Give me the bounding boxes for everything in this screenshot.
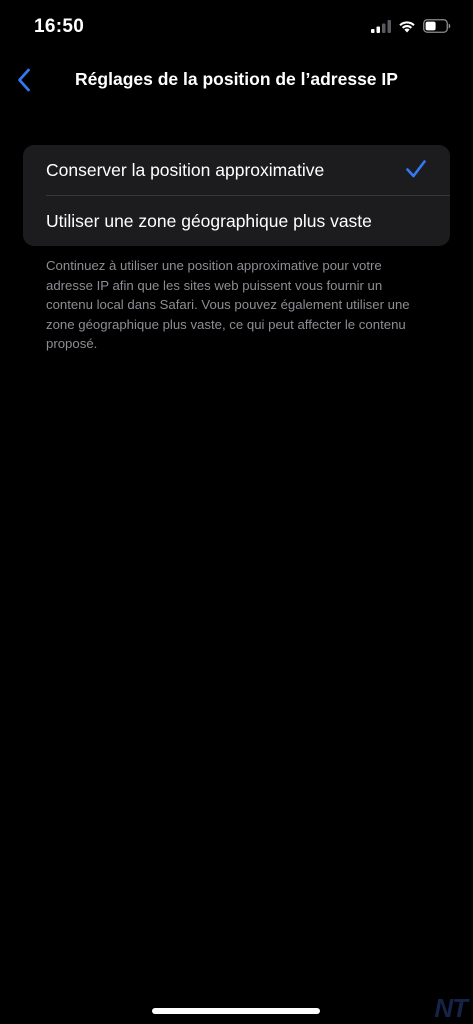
option-label: Utiliser une zone géographique plus vast… [46, 210, 372, 231]
wifi-icon [399, 20, 415, 32]
battery-icon [423, 19, 451, 33]
page-title: Réglages de la position de l’adresse IP [75, 69, 398, 89]
status-icons [371, 19, 451, 33]
option-label: Conserver la position approximative [46, 159, 325, 180]
option-keep-approximate-location[interactable]: Conserver la position approximative [23, 145, 450, 195]
option-use-broader-area[interactable]: Utiliser une zone géographique plus vast… [23, 196, 450, 246]
watermark-logo: NT [434, 993, 468, 1023]
footer-description: Continuez à utiliser une position approx… [46, 258, 410, 351]
navigation-bar: Réglages de la position de l’adresse IP [0, 56, 473, 104]
checkmark-icon [406, 160, 426, 178]
home-indicator[interactable] [152, 1008, 320, 1014]
status-time: 16:50 [34, 16, 85, 37]
status-bar: 16:50 [0, 0, 473, 56]
cellular-signal-icon [371, 19, 391, 33]
ip-location-options-group: Conserver la position approximative Util… [23, 145, 450, 246]
